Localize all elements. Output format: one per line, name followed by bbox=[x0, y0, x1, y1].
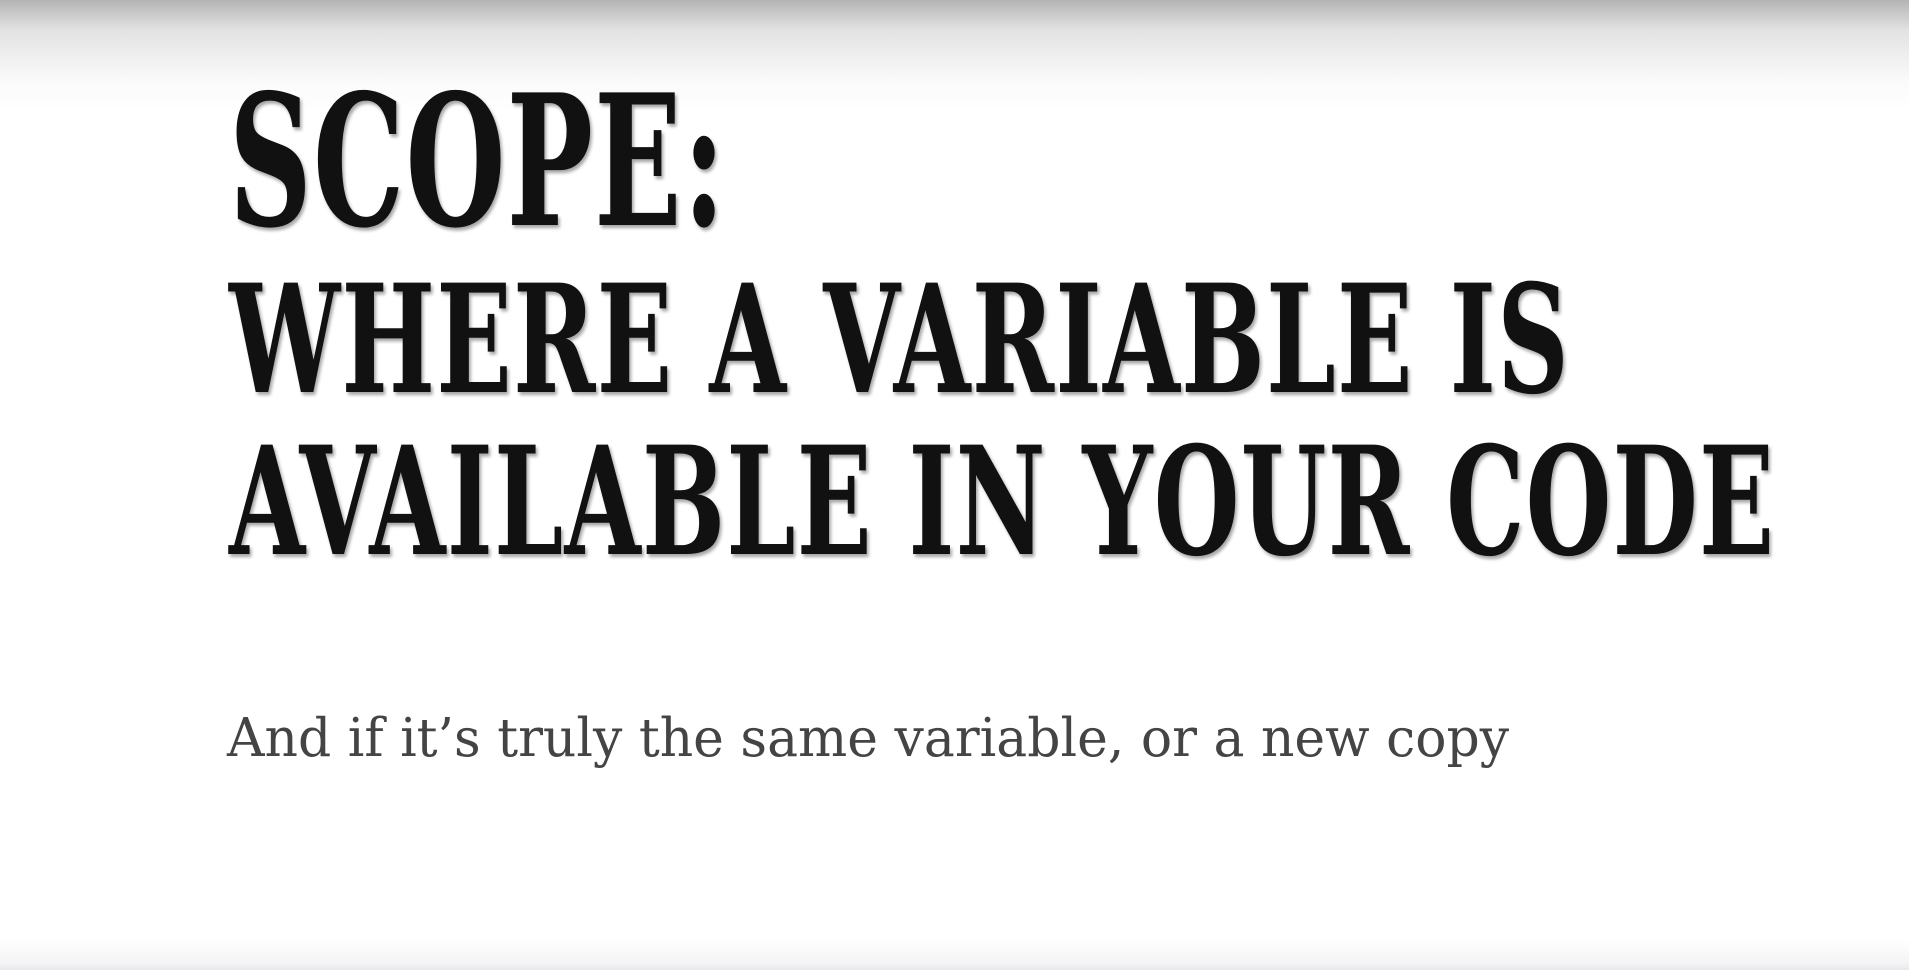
slide-title-line-2: WHERE A VARIABLE IS bbox=[229, 252, 1571, 428]
slide-subtitle: And if it’s truly the same variable, or … bbox=[227, 708, 1510, 769]
slide-title-line-1: SCOPE: bbox=[229, 54, 727, 268]
slide-title-line-3: AVAILABLE IN YOUR CODE bbox=[229, 414, 1776, 590]
